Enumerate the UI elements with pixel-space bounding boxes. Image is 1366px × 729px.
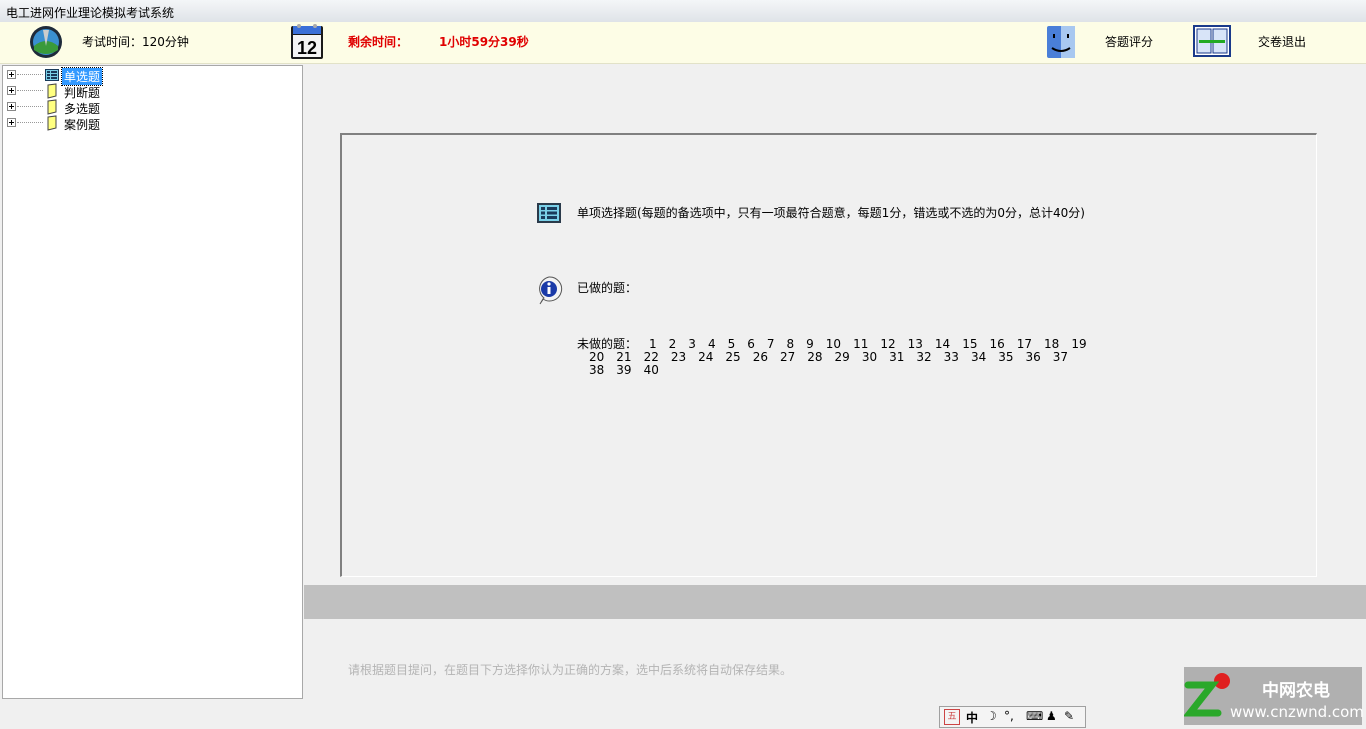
score-button[interactable]: 答题评分 <box>1105 33 1153 50</box>
unanswered-questions-label: 未做的题： <box>577 337 638 351</box>
question-number-link[interactable]: 36 <box>1026 351 1041 364</box>
question-number-link[interactable]: 40 <box>644 364 659 377</box>
info-icon <box>535 275 563 308</box>
unanswered-questions: 未做的题： 1 2 3 4 5 6 7 8 9 10 11 12 13 14 15 16 17 18 1920 21 22… <box>577 338 1092 377</box>
hint-text: 请根据题目提问，在题目下方选择你认为正确的方案，选中后系统将自动保存结果。 <box>348 663 793 677</box>
watermark-logo-icon <box>1184 673 1230 717</box>
expand-icon[interactable] <box>7 118 16 127</box>
question-number-link[interactable]: 38 <box>589 364 604 377</box>
question-number-link[interactable]: 35 <box>998 351 1013 364</box>
watermark: 中网农电 www.cnzwnd.com <box>1184 667 1364 725</box>
tree-item-label[interactable]: 判断题 <box>62 84 102 101</box>
question-number-link[interactable]: 26 <box>753 351 768 364</box>
list-icon <box>44 67 60 83</box>
ime-toolbar[interactable]: 五 中 ☽ °, ⌨ ♟ ✎ <box>939 706 1086 728</box>
expand-icon[interactable] <box>7 86 16 95</box>
question-number-link[interactable]: 25 <box>725 351 740 364</box>
question-number-link[interactable]: 37 <box>1053 351 1068 364</box>
finder-icon[interactable] <box>1046 24 1076 63</box>
answer-area-bar <box>304 585 1366 619</box>
question-number-link[interactable]: 28 <box>807 351 822 364</box>
book-icon <box>44 83 60 99</box>
question-number-link[interactable]: 29 <box>835 351 850 364</box>
exit-door-icon[interactable] <box>1193 25 1231 60</box>
tree-item-label[interactable]: 案例题 <box>62 116 102 133</box>
ime-mode[interactable]: 中 <box>966 709 978 726</box>
answered-questions-label: 已做的题： <box>577 281 638 295</box>
question-number-link[interactable]: 24 <box>698 351 713 364</box>
expand-icon[interactable] <box>7 102 16 111</box>
question-number-link[interactable]: 23 <box>671 351 686 364</box>
question-number-link[interactable]: 34 <box>971 351 986 364</box>
calendar-icon: 12 <box>290 22 324 63</box>
question-number-link[interactable]: 33 <box>944 351 959 364</box>
expand-icon[interactable] <box>7 70 16 79</box>
globe-icon <box>28 24 64 63</box>
unanswered-question-numbers: 1 2 3 4 5 6 7 8 9 10 11 12 13 14 15 16 17 18 1920 21 22 23 24 2… <box>577 337 1087 377</box>
question-number-link[interactable]: 7 <box>767 338 775 351</box>
question-type-description: 单项选择题(每题的备选项中，只有一项最符合题意，每题1分，错选或不选的为0分，总… <box>577 206 1085 220</box>
question-number-link[interactable]: 27 <box>780 351 795 364</box>
question-type-tree: 单选题 判断题 多选题 案例题 <box>2 65 303 699</box>
toolbar: 考试时间：120分钟 12 剩余时间： 1小时59分39秒 答题评分 交卷退出 <box>0 22 1366 64</box>
title-bar: 电工进网作业理论模拟考试系统 <box>0 0 1366 23</box>
watermark-en: www.cnzwnd.com <box>1230 703 1364 721</box>
watermark-cn: 中网农电 <box>1262 681 1330 701</box>
list-icon <box>537 203 561 226</box>
remaining-time-value: 1小时59分39秒 <box>439 35 529 49</box>
moon-icon[interactable]: ☽ <box>986 709 997 723</box>
question-number-link[interactable]: 39 <box>616 364 631 377</box>
exam-time-label: 考试时间：120分钟 <box>82 35 189 49</box>
remaining-time-label: 剩余时间： <box>348 35 409 49</box>
keyboard-icon[interactable]: ⌨ <box>1026 709 1043 723</box>
question-number-link[interactable]: 3 <box>688 338 696 351</box>
punctuation-icon[interactable]: °, <box>1004 709 1014 723</box>
question-number-link[interactable]: 32 <box>916 351 931 364</box>
ime-logo-icon[interactable]: 五 <box>944 709 960 725</box>
tree-item-label[interactable]: 多选题 <box>62 100 102 117</box>
calendar-number: 12 <box>297 38 317 58</box>
user-icon[interactable]: ♟ <box>1046 709 1057 723</box>
question-number-link[interactable]: 19 <box>1071 338 1086 351</box>
book-icon <box>44 115 60 131</box>
question-number-link[interactable]: 30 <box>862 351 877 364</box>
wrench-icon[interactable]: ✎ <box>1064 709 1074 723</box>
book-icon <box>44 99 60 115</box>
window-title: 电工进网作业理论模拟考试系统 <box>6 6 175 20</box>
submit-exit-button[interactable]: 交卷退出 <box>1258 33 1306 50</box>
tree-item-label[interactable]: 单选题 <box>60 67 104 86</box>
question-number-link[interactable]: 31 <box>889 351 904 364</box>
question-info-panel: 单项选择题(每题的备选项中，只有一项最符合题意，每题1分，错选或不选的为0分，总… <box>340 133 1317 577</box>
